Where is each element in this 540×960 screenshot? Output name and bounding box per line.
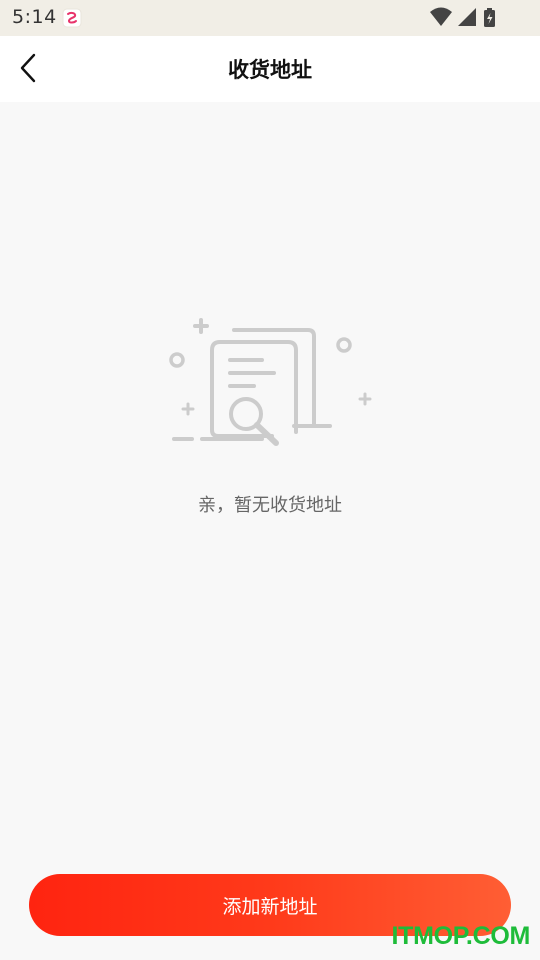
app-notification-icon xyxy=(62,8,82,28)
document-search-icon xyxy=(164,312,376,454)
battery-charging-icon xyxy=(484,8,495,27)
status-bar: 5:14 xyxy=(0,0,540,36)
status-time: 5:14 xyxy=(12,6,57,28)
wifi-icon xyxy=(430,7,452,26)
cellular-signal-icon xyxy=(458,8,476,26)
page-title: 收货地址 xyxy=(228,58,312,82)
empty-message: 亲，暂无收货地址 xyxy=(198,495,342,516)
watermark: ITMOP.COM xyxy=(391,922,530,950)
nav-bar: 收货地址 xyxy=(0,36,540,102)
status-indicators xyxy=(430,6,500,30)
